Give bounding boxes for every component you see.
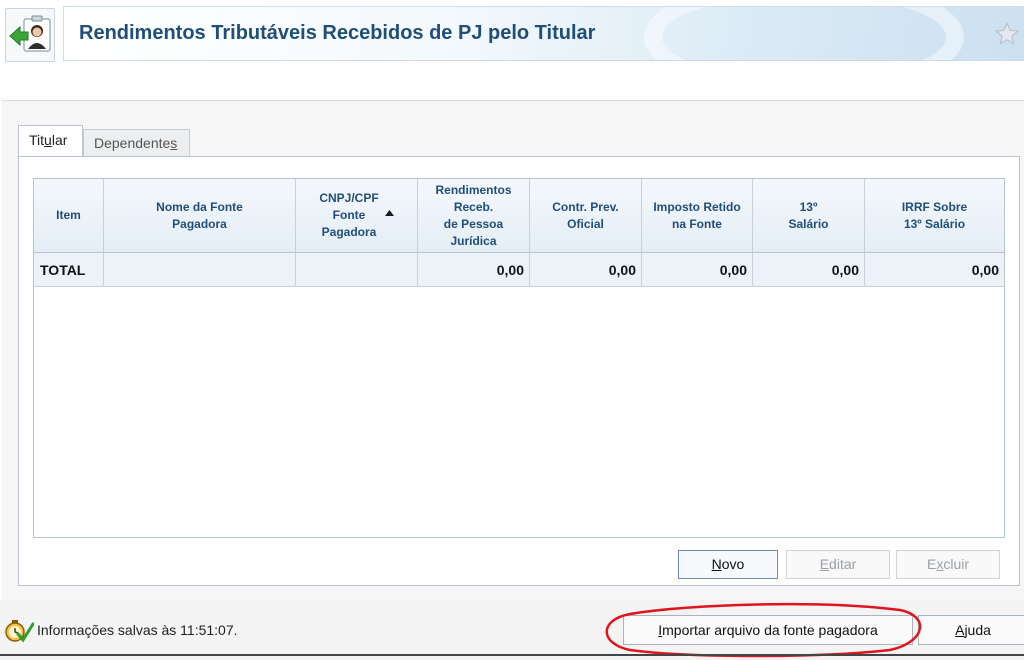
- total-contr-prev: 0,00: [530, 253, 642, 286]
- back-arrow-person-icon: [9, 15, 51, 52]
- total-label: TOTAL: [34, 253, 104, 286]
- ajuda-button[interactable]: Ajuda: [918, 615, 1024, 645]
- window-bottom-edge: [0, 654, 1024, 656]
- saved-clock-check-icon: [5, 620, 34, 643]
- column-header-irrf-13[interactable]: IRRF Sobre 13º Salário: [865, 179, 1004, 252]
- header: Rendimentos Tributáveis Recebidos de PJ …: [0, 0, 1024, 66]
- title-bar: Rendimentos Tributáveis Recebidos de PJ …: [63, 6, 1024, 61]
- table-row-total[interactable]: TOTAL 0,00 0,00 0,00 0,00 0,00: [34, 253, 1004, 287]
- back-button[interactable]: [5, 8, 55, 62]
- column-header-nome-fonte[interactable]: Nome da Fonte Pagadora: [104, 179, 296, 252]
- tab-dependentes[interactable]: Dependentes: [83, 129, 190, 157]
- editar-button[interactable]: Editar: [786, 550, 890, 579]
- sort-ascending-icon: [384, 209, 394, 216]
- column-header-contr-prev[interactable]: Contr. Prev. Oficial: [530, 179, 642, 252]
- table-header: Item Nome da Fonte Pagadora CNPJ/CPF Fonte…: [34, 179, 1004, 253]
- income-table: Item Nome da Fonte Pagadora CNPJ/CPF Fonte…: [33, 178, 1005, 538]
- main-panel: Titular Dependentes Item Nome da Fonte Pa…: [2, 100, 1024, 600]
- page-title: Rendimentos Tributáveis Recebidos de PJ …: [79, 22, 596, 44]
- column-header-cnpj-cpf[interactable]: CNPJ/CPF Fonte Pagadora: [296, 179, 418, 252]
- total-irrf-13: 0,00: [971, 261, 999, 278]
- total-imposto-retido: 0,00: [642, 253, 753, 286]
- star-icon[interactable]: [994, 21, 1020, 47]
- total-nome-cell: [104, 253, 296, 286]
- column-header-item[interactable]: Item: [34, 179, 104, 252]
- column-header-rendimentos[interactable]: Rendimentos Receb. de Pessoa Jurídica: [418, 179, 530, 252]
- red-highlight-annotation: [605, 602, 922, 658]
- novo-button[interactable]: Novo: [678, 550, 778, 579]
- column-header-13-salario[interactable]: 13º Salário: [753, 179, 865, 252]
- tab-titular[interactable]: Titular: [18, 125, 83, 157]
- total-13-salario: 0,00: [753, 253, 865, 286]
- excluir-button[interactable]: Excluir: [896, 550, 1000, 579]
- tab-panel-titular: Item Nome da Fonte Pagadora CNPJ/CPF Fonte…: [18, 156, 1020, 586]
- column-header-imposto-retido[interactable]: Imposto Retido na Fonte: [642, 179, 753, 252]
- total-cnpj-cell: [296, 253, 418, 286]
- save-status: Informações salvas às 11:51:07.: [37, 622, 238, 638]
- total-rendimentos: 0,00: [418, 253, 530, 286]
